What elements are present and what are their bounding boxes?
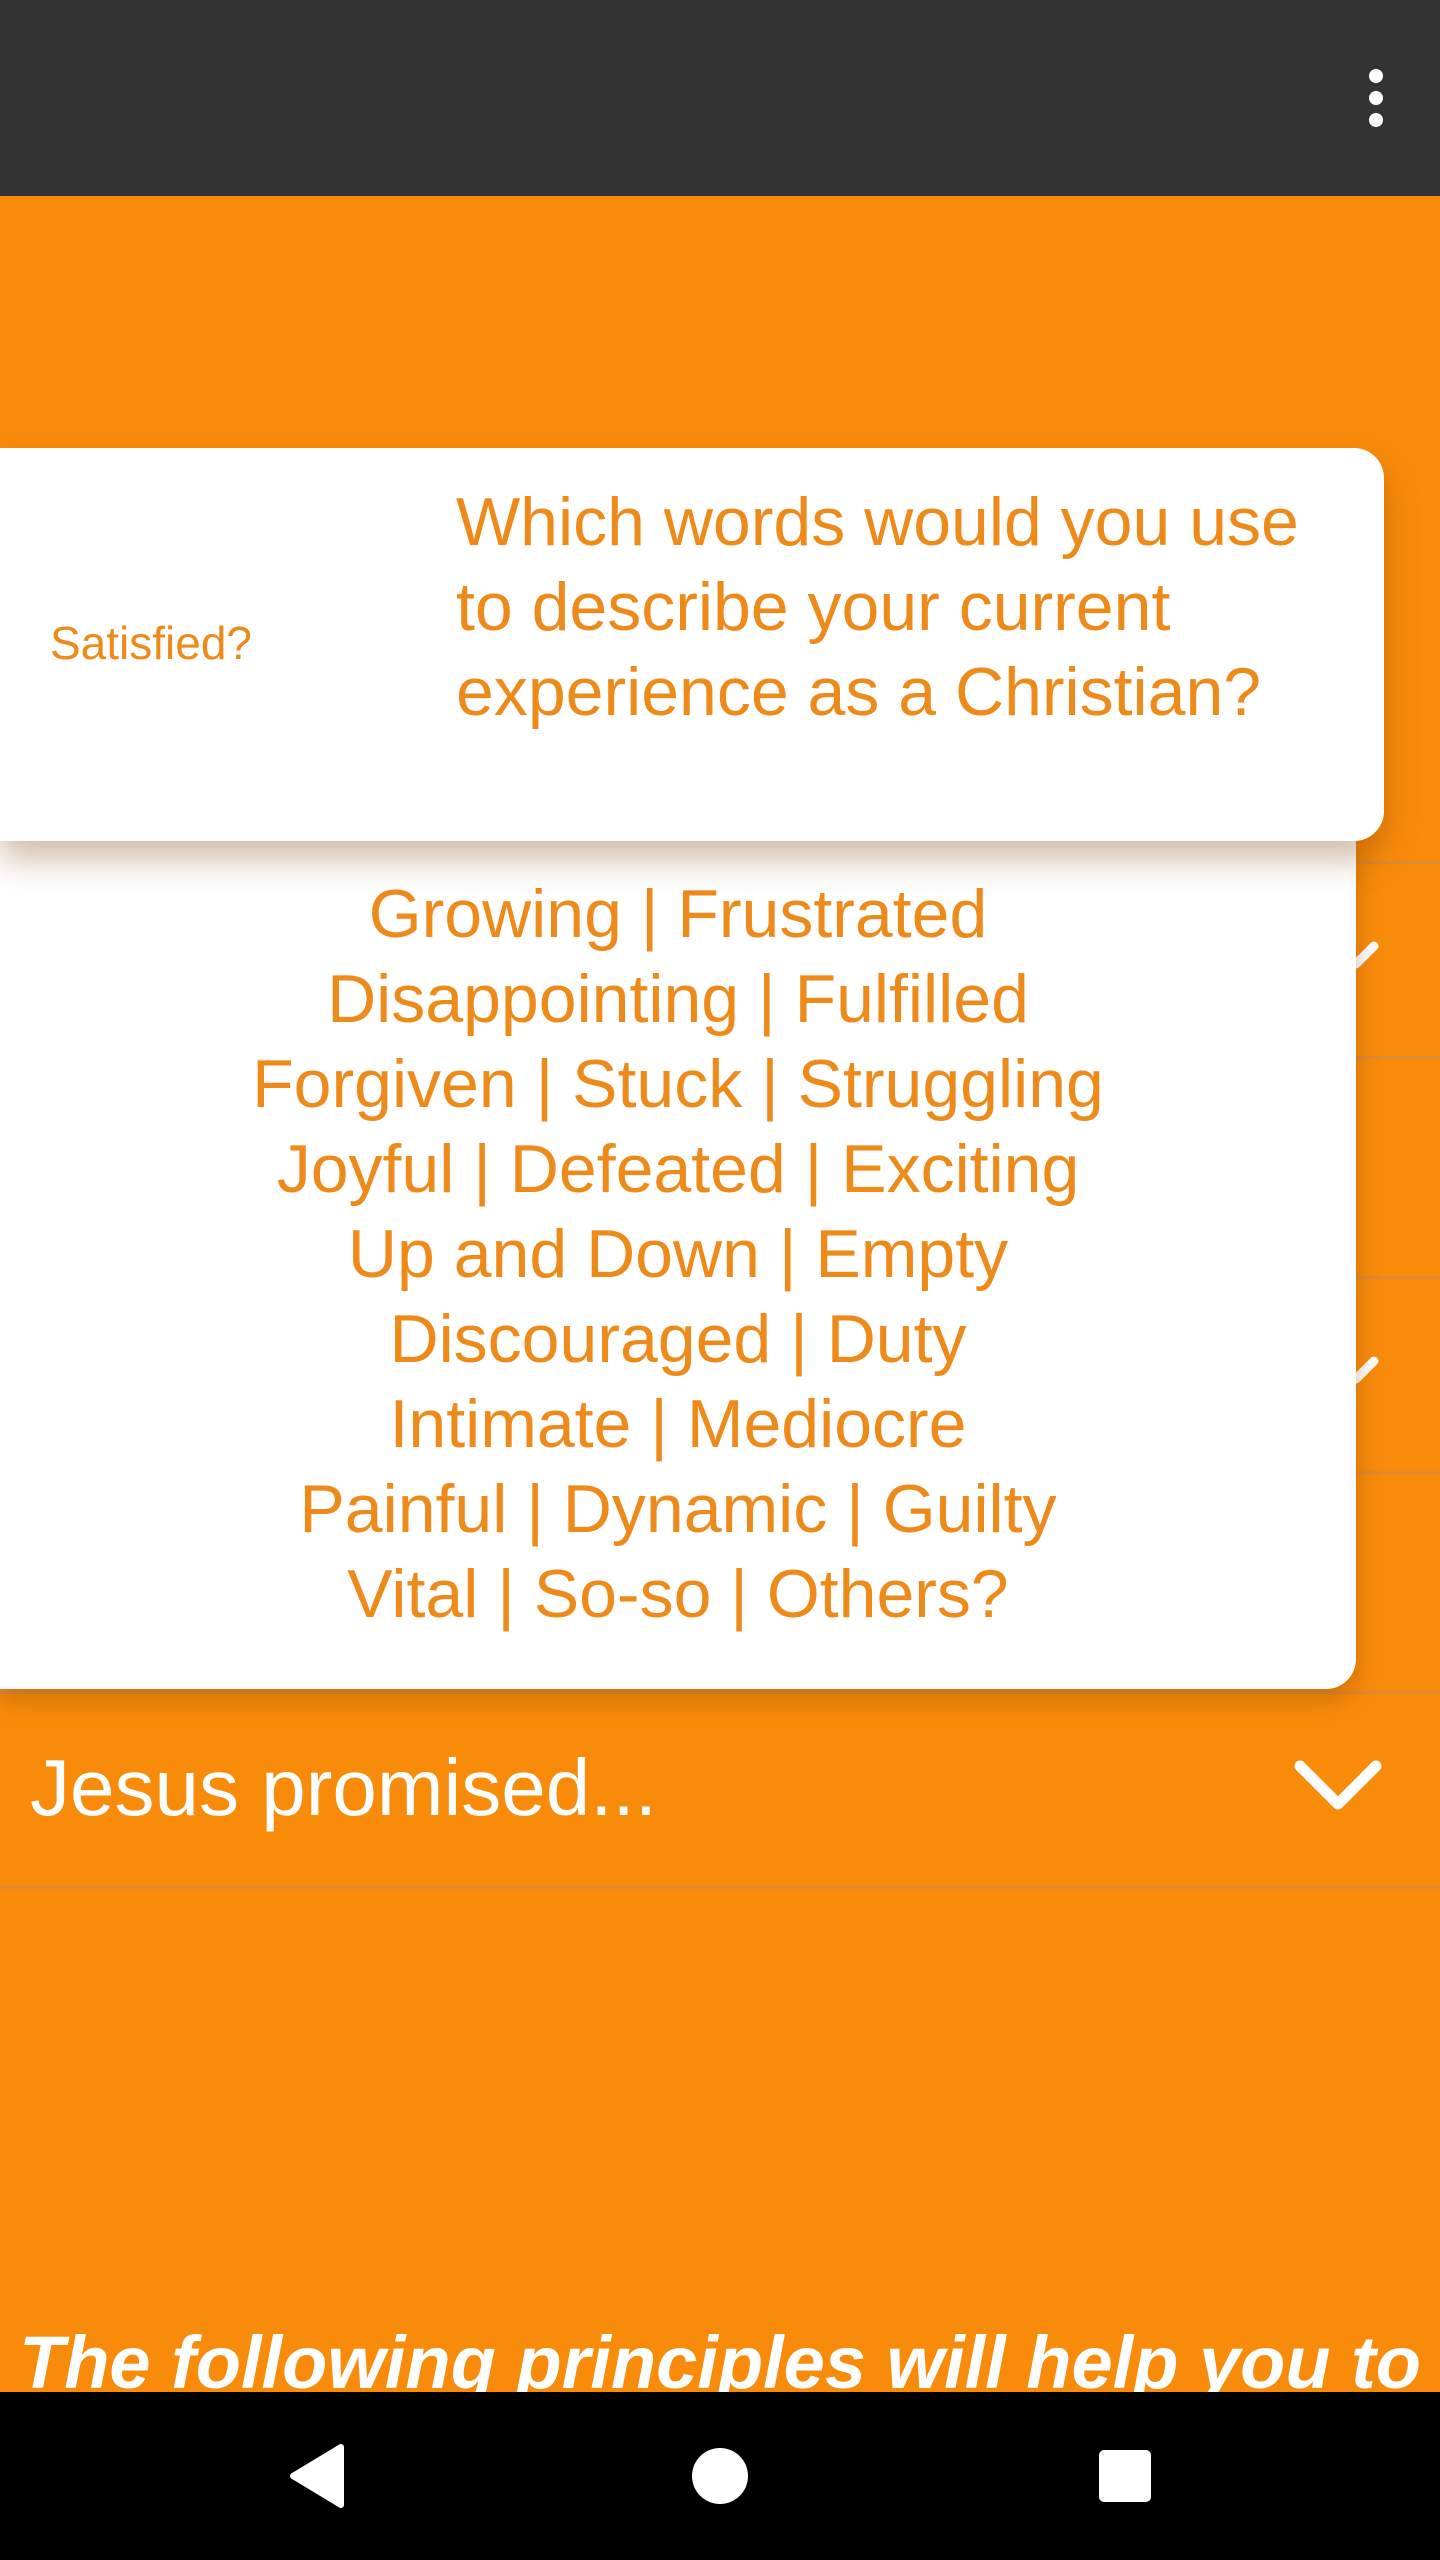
chevron-down-icon[interactable] bbox=[1356, 936, 1400, 996]
word-line: Painful | Dynamic | Guilty bbox=[299, 1471, 1057, 1547]
home-button[interactable] bbox=[640, 2392, 800, 2560]
words-card: Growing | Frustrated Disappointing | Ful… bbox=[0, 836, 1356, 1689]
chevron-down-icon[interactable] bbox=[1292, 1756, 1384, 1818]
app-bar bbox=[0, 0, 1440, 196]
chevron-down-icon[interactable] bbox=[1356, 1351, 1400, 1411]
word-list: Growing | Frustrated Disappointing | Ful… bbox=[0, 872, 1356, 1637]
word-line: Up and Down | Empty bbox=[347, 1216, 1009, 1292]
accordion-item-label: Jesus promised... bbox=[30, 1742, 657, 1832]
accordion-item-jesus-promised[interactable]: Jesus promised... bbox=[0, 1694, 1440, 1881]
main-content: Jesus promised... The following principl… bbox=[0, 196, 1440, 2502]
word-line: Vital | So-so | Others? bbox=[347, 1556, 1009, 1632]
back-triangle-icon bbox=[290, 2444, 344, 2508]
system-nav-bar bbox=[0, 2392, 1440, 2560]
list-divider bbox=[0, 1886, 1440, 1889]
more-vert-icon[interactable] bbox=[1340, 58, 1412, 138]
word-line: Discouraged | Duty bbox=[389, 1301, 967, 1377]
word-line: Disappointing | Fulfilled bbox=[327, 961, 1029, 1037]
word-line: Joyful | Defeated | Exciting bbox=[276, 1131, 1080, 1207]
question-card[interactable]: Satisfied? Which words would you use to … bbox=[0, 448, 1384, 841]
recents-square-icon bbox=[1099, 2450, 1151, 2502]
recents-button[interactable] bbox=[1045, 2392, 1205, 2560]
word-line: Forgiven | Stuck | Struggling bbox=[252, 1046, 1104, 1122]
back-button[interactable] bbox=[237, 2392, 397, 2560]
word-line: Intimate | Mediocre bbox=[389, 1386, 967, 1462]
satisfied-label: Satisfied? bbox=[50, 617, 253, 669]
word-line: Growing | Frustrated bbox=[368, 876, 988, 952]
home-circle-icon bbox=[692, 2448, 748, 2504]
question-text: Which words would you use to describe yo… bbox=[456, 484, 1299, 730]
